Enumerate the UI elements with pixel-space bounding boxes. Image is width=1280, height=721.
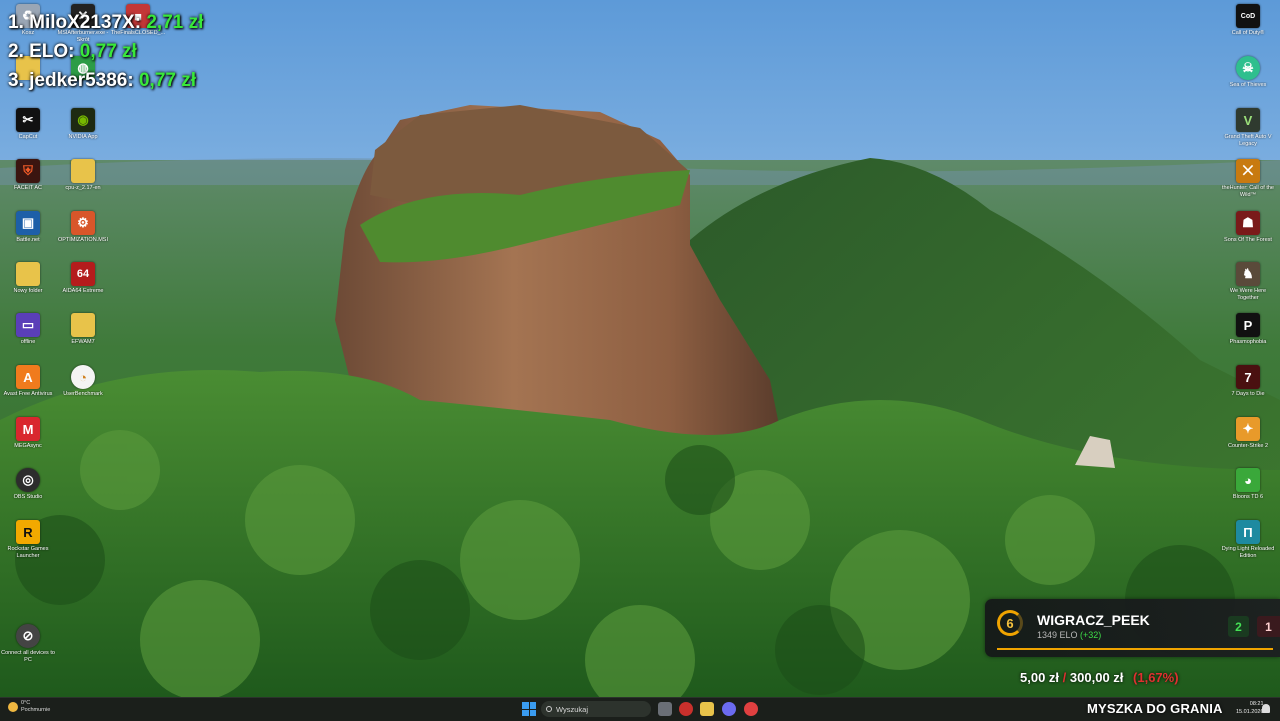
- avast-icon: A: [16, 365, 40, 389]
- donor-row: 2. ELO: 0,77 zł: [8, 37, 203, 66]
- donor-amount: 0,77 zł: [138, 70, 197, 91]
- phasmophobia-icon: P: [1236, 313, 1260, 337]
- clock-date: 15.01.2026: [1236, 709, 1264, 715]
- weather-desc: Pochmurnie: [21, 707, 51, 713]
- desktop-icon[interactable]: R Rockstar Games Launcher: [0, 520, 56, 559]
- donor-row: 3. jedker5386: 0,77 zł: [8, 66, 203, 95]
- donor-name: 2. ELO:: [8, 41, 75, 62]
- elo-delta: (+32): [1080, 630, 1102, 640]
- wins-count: 2: [1228, 616, 1249, 637]
- folder-icon: [16, 262, 40, 286]
- donor-amount: 0,77 zł: [79, 41, 137, 62]
- optimization-icon: ⚙: [71, 211, 95, 235]
- sea-of-thieves-icon: ☠: [1236, 56, 1260, 80]
- folder-icon: [71, 159, 95, 183]
- goal-target: 300,00 zł: [1069, 670, 1124, 685]
- sons-forest-icon: ☗: [1236, 211, 1260, 235]
- clock-time: 08:21: [1249, 701, 1264, 707]
- donor-name: 3. jedker5386:: [8, 70, 134, 91]
- weather-widget[interactable]: 0°C Pochmurnie: [8, 700, 50, 714]
- donor-name: 1. MiloX2137X:: [8, 12, 142, 33]
- nvidia-icon: ◉: [71, 108, 95, 132]
- elo-progress-bar: [997, 648, 1273, 650]
- desktop-icon[interactable]: ◕ Bloons TD 6: [1220, 468, 1276, 501]
- seven-days-icon: 7: [1236, 365, 1260, 389]
- desktop-icon[interactable]: 64 AIDA64 Extreme: [55, 262, 111, 295]
- obs-icon: ◎: [16, 468, 40, 492]
- desktop-icon[interactable]: CoD Call of Duty®: [1220, 4, 1276, 37]
- goal-percent: (1,67%): [1133, 670, 1179, 685]
- opera-icon[interactable]: [679, 702, 693, 716]
- gauge-icon: ◔: [71, 365, 95, 389]
- desktop-icon[interactable]: A Avast Free Antivirus: [0, 365, 56, 398]
- hunter-icon: ⨉: [1236, 159, 1260, 183]
- goal-separator: /: [1062, 670, 1067, 685]
- desktop-icon[interactable]: ⛨ FACEIT AC: [0, 159, 56, 192]
- desktop-icon[interactable]: ◉ NVIDIA App: [55, 108, 111, 141]
- cod-icon: CoD: [1236, 4, 1260, 28]
- system-clock[interactable]: 08:21 15.01.2026: [1236, 700, 1264, 716]
- donor-amount: 2,71 zł: [146, 12, 204, 33]
- donor-row: 1. MiloX2137X: 2,71 zł: [8, 8, 203, 37]
- donation-goal: 5,00 zł / 300,00 zł (1,67%): [1020, 670, 1179, 685]
- faceit-shield-icon: ⛨: [16, 159, 40, 183]
- search-icon: [546, 706, 552, 712]
- task-view-icon[interactable]: [658, 702, 672, 716]
- desktop-icon[interactable]: M MEGAsync: [0, 417, 56, 450]
- gta-icon: V: [1236, 108, 1260, 132]
- folder-icon: [71, 313, 95, 337]
- discord-icon[interactable]: [722, 702, 736, 716]
- desktop-icon[interactable]: EFWAM7: [55, 313, 111, 346]
- dying-light-icon: Π: [1236, 520, 1260, 544]
- cloud-sun-icon: [8, 702, 18, 712]
- we-were-here-icon: ♞: [1236, 262, 1260, 286]
- desktop-icon[interactable]: ⚙ OPTIMIZATION.MSI: [55, 211, 111, 244]
- mega-icon: M: [16, 417, 40, 441]
- goal-current: 5,00 zł: [1020, 670, 1060, 685]
- desktop-icon[interactable]: 77 Days to Die: [1220, 365, 1276, 398]
- desktop-icon[interactable]: ▭ offline: [0, 313, 56, 346]
- windows-logo-icon: [522, 702, 529, 709]
- elo-value: 1349 ELO: [1037, 630, 1078, 640]
- cs2-icon: ✦: [1236, 417, 1260, 441]
- app-icon[interactable]: [744, 702, 758, 716]
- taskbar-search[interactable]: Wyszukaj: [541, 701, 651, 717]
- capcut-icon: ✂: [16, 108, 40, 132]
- faceit-level-badge: 6: [997, 610, 1023, 636]
- desktop-icon[interactable]: ◎ OBS Studio: [0, 468, 56, 501]
- desktop-icon[interactable]: ☗ Sons Of The Forest: [1220, 211, 1276, 244]
- desktop-icon[interactable]: ⨉ theHunter: Call of the Wild™: [1220, 159, 1276, 198]
- desktop-icon[interactable]: ⊘ Connect all devices to PC: [0, 624, 56, 663]
- window-icon: ▭: [16, 313, 40, 337]
- desktop-icon[interactable]: ♞ We Were Here Together: [1220, 262, 1276, 301]
- file-explorer-icon[interactable]: [700, 702, 714, 716]
- desktop-wallpaper: [0, 0, 1280, 697]
- player-elo: 1349 ELO (+32): [1037, 630, 1101, 640]
- search-placeholder: Wyszukaj: [556, 704, 589, 714]
- desktop-icon[interactable]: cpu-z_2.17-en: [55, 159, 111, 192]
- battlenet-icon: ▣: [16, 211, 40, 235]
- desktop-icon[interactable]: V Grand Theft Auto V Legacy: [1220, 108, 1276, 147]
- bloons-icon: ◕: [1236, 468, 1260, 492]
- start-button[interactable]: [522, 702, 536, 716]
- desktop-icon[interactable]: ☠ Sea of Thieves: [1220, 56, 1276, 89]
- desktop-icon[interactable]: Nowy folder: [0, 262, 56, 295]
- weather-temp: 0°C: [21, 700, 31, 706]
- desktop-icon[interactable]: ✂ CapCut: [0, 108, 56, 141]
- donation-leaderboard: 1. MiloX2137X: 2,71 zł 2. ELO: 0,77 zł 3…: [8, 8, 203, 95]
- desktop-icon[interactable]: ▣ Battle.net: [0, 211, 56, 244]
- desktop-icon[interactable]: P Phasmophobia: [1220, 313, 1276, 346]
- desktop-icon[interactable]: ✦ Counter-Strike 2: [1220, 417, 1276, 450]
- losses-count: 1: [1257, 616, 1280, 637]
- notification-bell-icon[interactable]: [1262, 704, 1270, 713]
- connect-icon: ⊘: [16, 624, 40, 648]
- player-name: WIGRACZ_PEEK: [1037, 612, 1150, 628]
- stream-brand-text: MYSZKA DO GRANIA: [1087, 701, 1223, 716]
- desktop-icon[interactable]: ◔ UserBenchmark: [55, 365, 111, 398]
- aida64-icon: 64: [71, 262, 95, 286]
- desktop-icon[interactable]: Π Dying Light Reloaded Edition: [1220, 520, 1276, 559]
- rockstar-icon: R: [16, 520, 40, 544]
